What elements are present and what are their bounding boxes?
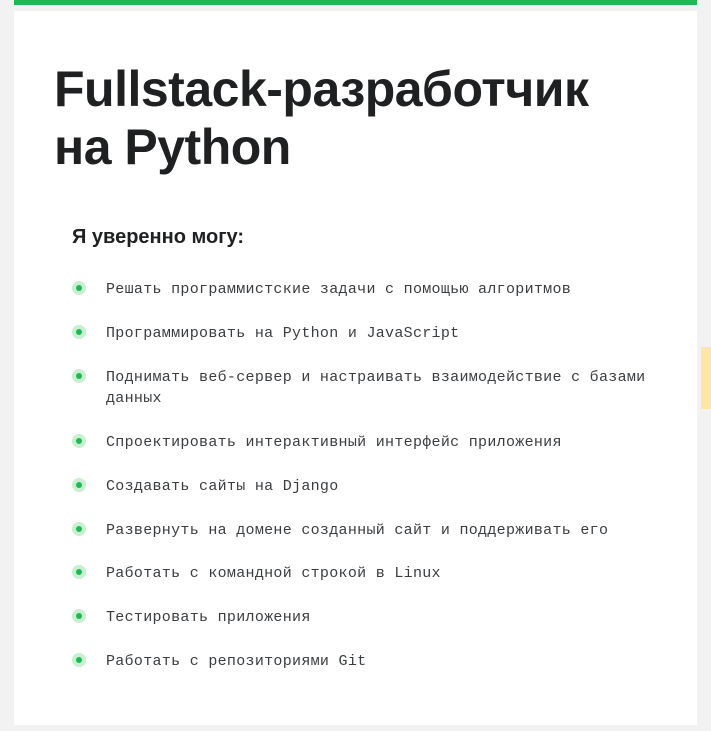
bullet-icon xyxy=(72,653,86,667)
bullet-icon xyxy=(72,369,86,383)
list-item: Решать программистские задачи с помощью … xyxy=(72,279,657,301)
list-item: Тестировать приложения xyxy=(72,607,657,629)
content-area: Fullstack-разработчик на Python Я уверен… xyxy=(14,11,697,725)
list-item: Программировать на Python и JavaScript xyxy=(72,323,657,345)
bullet-icon xyxy=(72,565,86,579)
skill-text: Работать с командной строкой в Linux xyxy=(106,563,441,585)
list-item: Работать с репозиториями Git xyxy=(72,651,657,673)
skill-list: Решать программистские задачи с помощью … xyxy=(72,279,657,673)
list-item: Создавать сайты на Django xyxy=(72,476,657,498)
bullet-icon xyxy=(72,478,86,492)
bullet-icon xyxy=(72,609,86,623)
skill-text: Развернуть на домене созданный сайт и по… xyxy=(106,520,608,542)
skill-text: Поднимать веб-сервер и настраивать взаим… xyxy=(106,367,657,411)
bullet-icon xyxy=(72,522,86,536)
skill-text: Решать программистские задачи с помощью … xyxy=(106,279,571,301)
skill-text: Создавать сайты на Django xyxy=(106,476,339,498)
skill-text: Программировать на Python и JavaScript xyxy=(106,323,459,345)
document-page: Fullstack-разработчик на Python Я уверен… xyxy=(14,11,697,725)
skill-text: Тестировать приложения xyxy=(106,607,311,629)
list-item: Развернуть на домене созданный сайт и по… xyxy=(72,520,657,542)
bullet-icon xyxy=(72,325,86,339)
skills-heading: Я уверенно могу: xyxy=(72,226,657,249)
skill-text: Работать с репозиториями Git xyxy=(106,651,366,673)
page-title: Fullstack-разработчик на Python xyxy=(54,61,657,176)
list-item: Работать с командной строкой в Linux xyxy=(72,563,657,585)
bullet-icon xyxy=(72,281,86,295)
bullet-icon xyxy=(72,434,86,448)
top-accent-bar xyxy=(14,0,697,5)
side-accent-strip xyxy=(701,347,711,409)
skill-text: Спроектировать интерактивный интерфейс п… xyxy=(106,432,562,454)
list-item: Спроектировать интерактивный интерфейс п… xyxy=(72,432,657,454)
list-item: Поднимать веб-сервер и настраивать взаим… xyxy=(72,367,657,411)
